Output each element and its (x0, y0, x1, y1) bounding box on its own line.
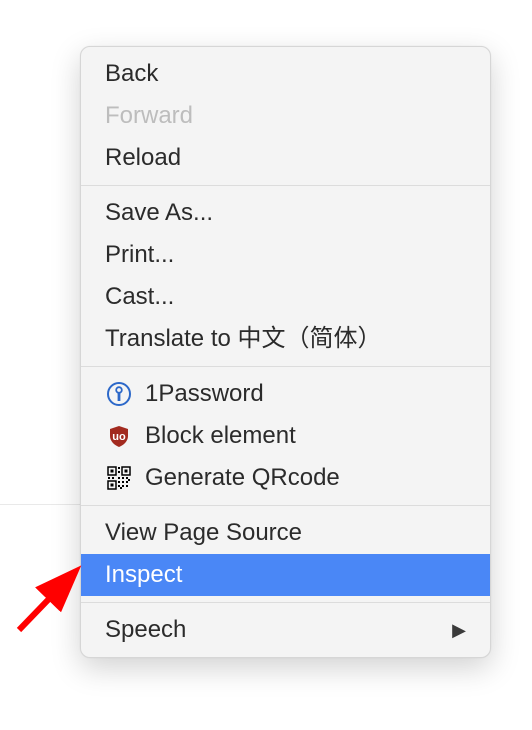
menu-item-save-as[interactable]: Save As... (81, 192, 490, 234)
menu-item-back[interactable]: Back (81, 53, 490, 95)
menu-item-label: View Page Source (105, 516, 466, 550)
menu-item-cast[interactable]: Cast... (81, 276, 490, 318)
menu-item-forward: Forward (81, 95, 490, 137)
menu-item-label: Back (105, 57, 466, 91)
menu-item-label: Inspect (105, 558, 466, 592)
menu-divider (81, 505, 490, 506)
menu-item-reload[interactable]: Reload (81, 137, 490, 179)
menu-divider (81, 366, 490, 367)
menu-item-label: Translate to 中文（简体） (105, 322, 466, 356)
menu-item-label: Block element (145, 419, 466, 453)
menu-item-inspect[interactable]: Inspect (81, 554, 490, 596)
background-separator (0, 504, 80, 505)
annotation-arrow-icon (7, 558, 87, 638)
menu-item-label: Speech (105, 613, 440, 647)
menu-item-1password[interactable]: 1Password (81, 373, 490, 415)
svg-text:uo: uo (112, 431, 126, 443)
menu-item-translate[interactable]: Translate to 中文（简体） (81, 318, 490, 360)
menu-divider (81, 602, 490, 603)
1password-icon (105, 380, 133, 408)
menu-item-block-element[interactable]: uo Block element (81, 415, 490, 457)
ublock-shield-icon: uo (105, 422, 133, 450)
menu-item-generate-qrcode[interactable]: Generate QRcode (81, 457, 490, 499)
context-menu: Back Forward Reload Save As... Print... … (80, 46, 491, 658)
menu-item-label: Save As... (105, 196, 466, 230)
menu-item-label: Cast... (105, 280, 466, 314)
submenu-arrow-icon: ▶ (452, 613, 466, 647)
menu-item-label: 1Password (145, 377, 466, 411)
menu-item-label: Forward (105, 99, 466, 133)
menu-item-print[interactable]: Print... (81, 234, 490, 276)
menu-item-speech[interactable]: Speech ▶ (81, 609, 490, 651)
menu-item-label: Reload (105, 141, 466, 175)
menu-divider (81, 185, 490, 186)
qrcode-icon (105, 464, 133, 492)
menu-item-view-source[interactable]: View Page Source (81, 512, 490, 554)
menu-item-label: Print... (105, 238, 466, 272)
menu-item-label: Generate QRcode (145, 461, 466, 495)
